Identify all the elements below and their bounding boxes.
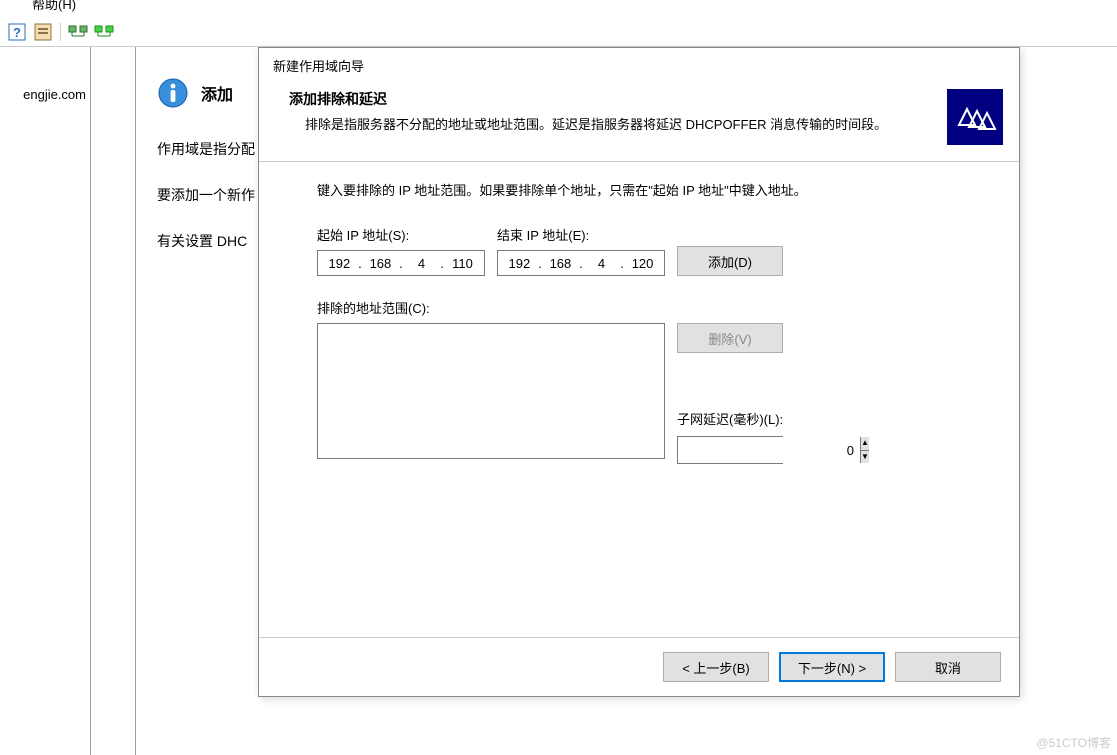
start-ip-label: 起始 IP 地址(S):: [317, 225, 485, 244]
wizard-icon: [947, 89, 1003, 145]
instruction-text: 键入要排除的 IP 地址范围。如果要排除单个地址，只需在"起始 IP 地址"中键…: [317, 180, 983, 199]
start-ip-oct1[interactable]: 192: [327, 256, 351, 271]
subnet-delay-input[interactable]: [678, 437, 860, 463]
dialog-title: 新建作用域向导: [259, 48, 1019, 79]
excluded-range-listbox[interactable]: [317, 323, 665, 459]
properties-icon[interactable]: [32, 21, 54, 43]
start-ip-oct4[interactable]: 110: [451, 256, 475, 271]
dialog-header: 添加排除和延迟 排除是指服务器不分配的地址或地址范围。延迟是指服务器将延迟 DH…: [259, 79, 1019, 162]
end-ip-label: 结束 IP 地址(E):: [497, 225, 665, 244]
back-button[interactable]: < 上一步(B): [663, 652, 769, 682]
spinner-down-icon[interactable]: ▼: [861, 451, 869, 464]
end-ip-oct3[interactable]: 4: [589, 256, 613, 271]
start-ip-group: 起始 IP 地址(S): 192. 168. 4. 110: [317, 225, 485, 276]
tree-pane: engjie.com: [0, 47, 91, 755]
start-ip-input[interactable]: 192. 168. 4. 110: [317, 250, 485, 276]
subnet-delay-label: 子网延迟(毫秒)(L):: [677, 409, 783, 428]
svg-text:?: ?: [13, 25, 21, 40]
exclude-row: 删除(V) 子网延迟(毫秒)(L): ▲ ▼: [317, 323, 983, 464]
dialog-header-title: 添加排除和延迟: [289, 89, 939, 109]
new-scope-wizard-dialog: 新建作用域向导 添加排除和延迟 排除是指服务器不分配的地址或地址范围。延迟是指服…: [258, 47, 1020, 697]
cancel-button[interactable]: 取消: [895, 652, 1001, 682]
ip-range-row: 起始 IP 地址(S): 192. 168. 4. 110 结束 IP 地址(E…: [317, 225, 983, 276]
mid-pane: [92, 47, 136, 755]
dialog-footer: < 上一步(B) 下一步(N) > 取消: [259, 637, 1019, 696]
info-icon: [157, 77, 189, 109]
toolbar: ?: [0, 17, 1117, 47]
help-icon[interactable]: ?: [6, 21, 28, 43]
server-green-icon[interactable]: [93, 21, 115, 43]
server-icon[interactable]: [67, 21, 89, 43]
end-ip-oct2[interactable]: 168: [548, 256, 572, 271]
subnet-delay-group: 子网延迟(毫秒)(L): ▲ ▼: [677, 409, 783, 464]
menubar: 帮助(H): [32, 0, 76, 13]
spinner-up-icon[interactable]: ▲: [861, 437, 869, 451]
tree-item-domain[interactable]: engjie.com: [23, 87, 86, 102]
dialog-body: 键入要排除的 IP 地址范围。如果要排除单个地址，只需在"起始 IP 地址"中键…: [259, 162, 1019, 637]
start-ip-oct2[interactable]: 168: [368, 256, 392, 271]
menu-help[interactable]: 帮助(H): [32, 0, 76, 12]
end-ip-oct1[interactable]: 192: [507, 256, 531, 271]
content-heading: 添加: [201, 81, 233, 105]
remove-button[interactable]: 删除(V): [677, 323, 783, 353]
toolbar-separator: [60, 23, 61, 41]
end-ip-input[interactable]: 192. 168. 4. 120: [497, 250, 665, 276]
end-ip-oct4[interactable]: 120: [631, 256, 655, 271]
add-button[interactable]: 添加(D): [677, 246, 783, 276]
end-ip-group: 结束 IP 地址(E): 192. 168. 4. 120: [497, 225, 665, 276]
watermark: @51CTO博客: [1036, 734, 1111, 751]
subnet-delay-spinner[interactable]: ▲ ▼: [677, 436, 783, 464]
dialog-header-desc: 排除是指服务器不分配的地址或地址范围。延迟是指服务器将延迟 DHCPOFFER …: [289, 115, 939, 136]
start-ip-oct3[interactable]: 4: [409, 256, 433, 271]
excluded-range-label: 排除的地址范围(C):: [317, 298, 983, 317]
next-button[interactable]: 下一步(N) >: [779, 652, 885, 682]
